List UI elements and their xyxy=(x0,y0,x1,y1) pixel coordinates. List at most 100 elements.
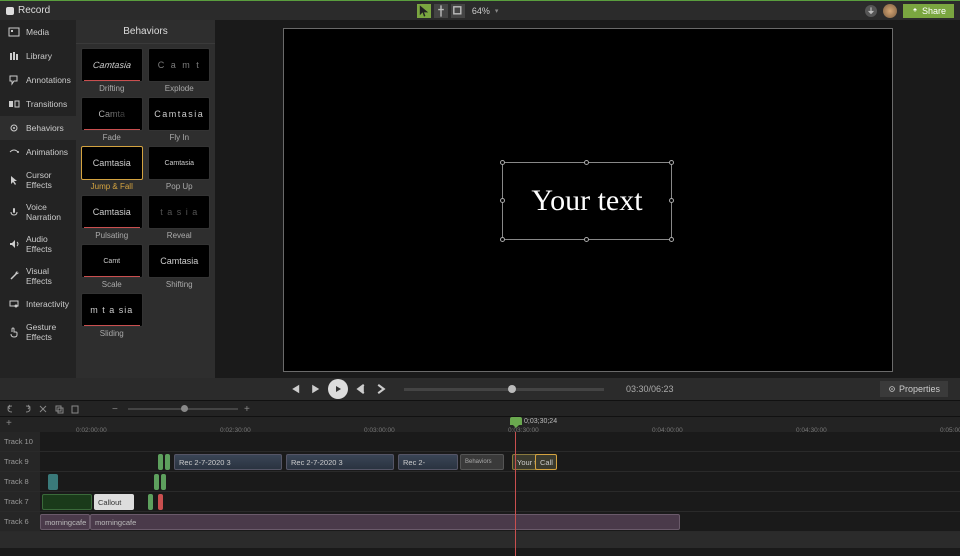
track-6[interactable]: Track 6 morningcafe morningcafe xyxy=(0,512,960,532)
sidebar-item-library[interactable]: Library xyxy=(0,44,76,68)
clip-video[interactable]: Rec 2-7-2020 3 xyxy=(174,454,282,470)
paste-button[interactable] xyxy=(70,404,80,414)
clip-marker[interactable] xyxy=(161,474,166,490)
clip-marker[interactable] xyxy=(148,494,153,510)
wand-icon xyxy=(8,270,20,282)
sidebar-item-audio-effects[interactable]: Audio Effects xyxy=(0,228,76,260)
clip-callout[interactable] xyxy=(42,494,92,510)
seek-bar[interactable] xyxy=(404,388,604,391)
copy-button[interactable] xyxy=(54,404,64,414)
zoom-in-button[interactable]: + xyxy=(244,404,254,414)
behavior-sliding[interactable]: m t a siaSliding xyxy=(80,293,144,338)
sidebar-item-label: Voice Narration xyxy=(26,202,68,222)
prev-frame-button[interactable] xyxy=(354,382,368,396)
sidebar-item-visual-effects[interactable]: Visual Effects xyxy=(0,260,76,292)
track-7[interactable]: Track 7 Callout xyxy=(0,492,960,512)
behavior-shifting[interactable]: CamtasiaShifting xyxy=(148,244,212,289)
sidebar-item-interactivity[interactable]: Interactivity xyxy=(0,292,76,316)
sidebar-item-label: Interactivity xyxy=(26,299,69,309)
share-button[interactable]: Share xyxy=(903,4,954,18)
track-10[interactable]: Track 10 xyxy=(0,432,960,452)
sidebar-item-label: Behaviors xyxy=(26,123,64,133)
add-track-button[interactable]: + xyxy=(6,418,12,429)
behavior-scale[interactable]: CamtScale xyxy=(80,244,144,289)
library-icon xyxy=(8,50,20,62)
text-box[interactable]: Your text xyxy=(502,162,672,240)
behavior-fade[interactable]: CamtaFade xyxy=(80,97,144,142)
clip-audio[interactable]: morningcafe xyxy=(40,514,90,530)
sidebar-item-voice-narration[interactable]: Voice Narration xyxy=(0,196,76,228)
seek-thumb[interactable] xyxy=(508,385,516,393)
playhead[interactable] xyxy=(510,417,522,425)
media-icon xyxy=(8,26,20,38)
sidebar-item-cursor-effects[interactable]: Cursor Effects xyxy=(0,164,76,196)
resize-handle[interactable] xyxy=(500,198,505,203)
hand-tool[interactable] xyxy=(434,4,448,18)
sidebar-item-media[interactable]: Media xyxy=(0,20,76,44)
sidebar-item-gesture-effects[interactable]: Gesture Effects xyxy=(0,316,76,348)
canvas-text[interactable]: Your text xyxy=(531,184,642,218)
behaviors-panel: Behaviors CamtasiaDrifting C a m tExplod… xyxy=(76,20,216,378)
avatar[interactable] xyxy=(883,4,897,18)
behavior-jump-fall[interactable]: CamtasiaJump & Fall xyxy=(80,146,144,191)
behavior-fly-in[interactable]: CamtasiaFly In xyxy=(148,97,212,142)
zoom-percent[interactable]: 64% xyxy=(472,6,490,16)
behavior-explode[interactable]: C a m tExplode xyxy=(148,48,212,93)
clip-audio[interactable]: morningcafe xyxy=(90,514,680,530)
prev-clip-button[interactable] xyxy=(288,382,302,396)
clip-marker[interactable] xyxy=(158,494,163,510)
clip-callout[interactable]: Callout xyxy=(94,494,134,510)
sidebar-item-animations[interactable]: Animations xyxy=(0,140,76,164)
zoom-out-button[interactable]: − xyxy=(112,404,122,414)
redo-button[interactable] xyxy=(22,404,32,414)
playhead-line xyxy=(515,432,516,556)
clip-marker[interactable] xyxy=(158,454,163,470)
resize-handle[interactable] xyxy=(500,160,505,165)
play-button[interactable] xyxy=(328,379,348,399)
resize-handle[interactable] xyxy=(669,237,674,242)
notifications-icon[interactable] xyxy=(865,5,877,17)
zoom-dropdown[interactable]: ▾ xyxy=(495,7,499,15)
sidebar-item-behaviors[interactable]: Behaviors xyxy=(0,116,76,140)
sidebar-item-transitions[interactable]: Transitions xyxy=(0,92,76,116)
sidebar-item-label: Cursor Effects xyxy=(26,170,68,190)
gesture-icon xyxy=(8,326,20,338)
next-frame-button[interactable] xyxy=(374,382,388,396)
behavior-drifting[interactable]: CamtasiaDrifting xyxy=(80,48,144,93)
clip-behaviors[interactable]: Behaviors xyxy=(460,454,504,470)
resize-handle[interactable] xyxy=(584,160,589,165)
undo-button[interactable] xyxy=(6,404,16,414)
record-button[interactable]: Record xyxy=(18,5,50,16)
clip-callout-selected[interactable]: Call xyxy=(535,454,557,470)
step-back-button[interactable] xyxy=(308,382,322,396)
track-9[interactable]: Track 9 Rec 2-7-2020 3 Rec 2-7-2020 3 Re… xyxy=(0,452,960,472)
pointer-tool[interactable] xyxy=(417,4,431,18)
canvas[interactable]: Your text xyxy=(283,28,893,372)
clip-video[interactable]: Rec 2-7-2020 3 xyxy=(286,454,394,470)
behavior-pulsating[interactable]: CamtasiaPulsating xyxy=(80,195,144,240)
clip-video[interactable]: Rec 2- xyxy=(398,454,458,470)
sidebar-item-label: Visual Effects xyxy=(26,266,68,286)
cut-button[interactable] xyxy=(38,404,48,414)
resize-handle[interactable] xyxy=(500,237,505,242)
record-icon xyxy=(6,7,14,15)
behavior-reveal[interactable]: t a s i aReveal xyxy=(148,195,212,240)
track-8[interactable]: Track 8 xyxy=(0,472,960,492)
properties-button[interactable]: Properties xyxy=(880,381,948,397)
resize-handle[interactable] xyxy=(669,198,674,203)
crop-tool[interactable] xyxy=(451,4,465,18)
timeline-zoom-slider[interactable] xyxy=(128,408,238,410)
behavior-pop-up[interactable]: CamtasiaPop Up xyxy=(148,146,212,191)
sidebar-item-label: Animations xyxy=(26,147,68,157)
zoom-thumb[interactable] xyxy=(181,405,188,412)
mic-icon xyxy=(8,206,20,218)
clip-marker[interactable] xyxy=(48,474,58,490)
resize-handle[interactable] xyxy=(669,160,674,165)
sidebar-item-label: Transitions xyxy=(26,99,67,109)
sidebar-item-annotations[interactable]: Annotations xyxy=(0,68,76,92)
resize-handle[interactable] xyxy=(584,237,589,242)
clip-marker[interactable] xyxy=(154,474,159,490)
clip-marker[interactable] xyxy=(165,454,170,470)
timeline-ruler[interactable]: + 0;02;00;00 0;02;30;00 0;03;00;00 0;03;… xyxy=(0,416,960,432)
sidebar-item-label: Library xyxy=(26,51,52,61)
